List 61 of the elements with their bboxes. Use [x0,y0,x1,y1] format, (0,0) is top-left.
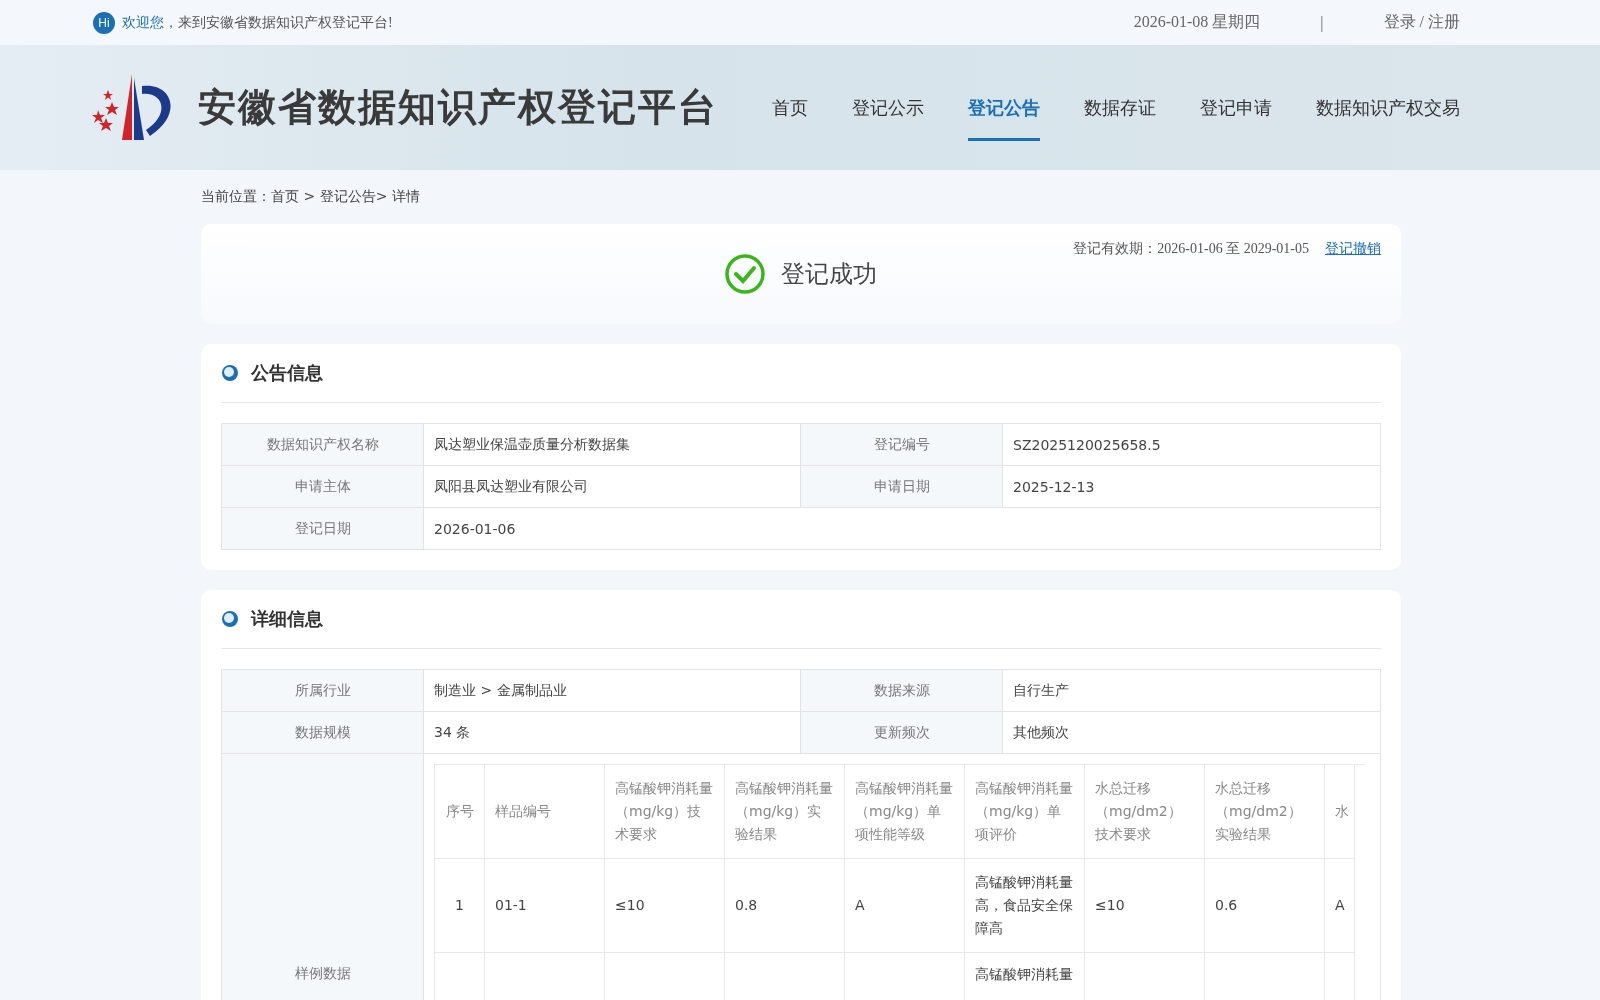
nav-tab[interactable]: 登记申请 [1200,45,1272,141]
field-label: 所属行业 [222,670,424,712]
field-label: 数据知识产权名称 [222,424,424,466]
field-label: 申请日期 [801,466,1003,508]
separator-text: | [1320,13,1324,32]
column-header: 高锰酸钾消耗量（mg/kg）实验结果 [725,765,845,859]
field-value: 其他频次 [1003,712,1381,754]
welcome-text: 来到安徽省数据知识产权登记平台! [178,13,393,32]
column-header: 序号 [435,765,485,859]
column-header: 高锰酸钾消耗量（mg/kg）单项性能等级 [845,765,965,859]
table-cell: ≤10 [605,859,725,953]
field-label: 数据规模 [222,712,424,754]
nav-tab[interactable]: 数据知识产权交易 [1316,45,1460,141]
field-label: 登记日期 [222,508,424,550]
check-icon [725,254,765,294]
table-cell: 1 [435,859,485,953]
field-label: 登记编号 [801,424,1003,466]
hi-badge: Hi [93,11,115,34]
field-value: 凤达塑业保温壶质量分析数据集 [424,424,801,466]
field-label: 更新频次 [801,712,1003,754]
validity-text: 登记有效期：2026-01-06 至 2029-01-05 [1073,240,1309,258]
column-header: 水总迁移（mg/dm2）实验结果 [1205,765,1325,859]
status-title: 登记成功 [781,259,877,290]
column-header: 高锰酸钾消耗量（mg/kg）单项评价 [965,765,1085,859]
column-header: 水 [1325,765,1355,859]
revoke-link[interactable]: 登记撤销 [1325,240,1381,258]
field-value: 34 条 [424,712,801,754]
section-title: 公告信息 [251,361,323,385]
bullet-icon [221,610,239,628]
field-label: 申请主体 [222,466,424,508]
table-cell: A [1325,859,1355,953]
breadcrumb-path: 首页 > 登记公告> 详情 [271,188,420,204]
field-value: 自行生产 [1003,670,1381,712]
field-value: SZ2025120025658.5 [1003,424,1381,466]
nav-tab[interactable]: 登记公示 [852,45,924,141]
greeting-text: 欢迎您， [122,13,178,32]
table-cell: 0.6 [1205,859,1325,953]
bullet-icon [221,364,239,382]
field-value: 2025-12-13 [1003,466,1381,508]
table-cell: 0.8 [725,859,845,953]
field-value: 制造业 > 金属制品业 [424,670,801,712]
table-cell: ≤10 [1085,859,1205,953]
column-header: 高锰酸钾消耗量（mg/kg）技术要求 [605,765,725,859]
table-cell: A [845,859,965,953]
breadcrumb-label: 当前位置： [201,188,271,204]
table-cell: 01-1 [485,859,605,953]
login-link[interactable]: 登录 / 注册 [1383,12,1460,33]
column-header: 水总迁移（mg/dm2）技术要求 [1085,765,1205,859]
table-cell-text: 高锰酸钾消耗量 [975,965,1073,984]
field-label: 数据来源 [801,670,1003,712]
nav-tab[interactable]: 登记公告 [968,45,1040,141]
site-title: 安徽省数据知识产权登记平台 [198,84,718,131]
nav-tab[interactable]: 数据存证 [1084,45,1156,141]
section-title: 详细信息 [251,607,323,631]
field-label: 样例数据 [222,754,424,1000]
table-cell: 高锰酸钾消耗量高，食品安全保障高 [965,859,1085,953]
field-value: 凤阳县凤达塑业有限公司 [424,466,801,508]
column-header: 样品编号 [485,765,605,859]
field-value: 2026-01-06 [424,508,1381,550]
nav-tab[interactable]: 首页 [772,45,808,141]
date-text: 2026-01-08 星期四 [1133,12,1261,32]
